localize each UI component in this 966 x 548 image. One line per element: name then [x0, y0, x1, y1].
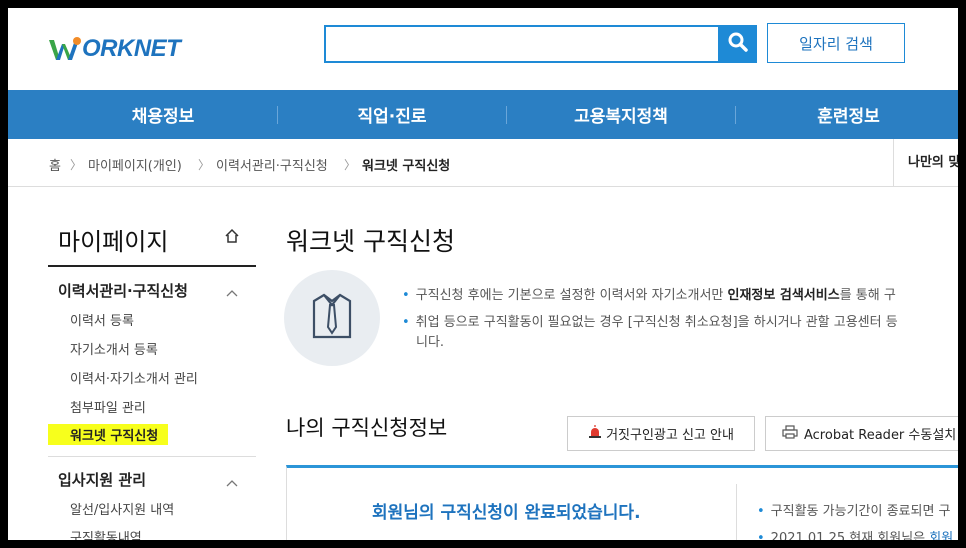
logo-text: ORKNET	[82, 35, 181, 62]
page: ORKNET 일자리 검색 채용정보 직업·진로 고용복지정책 훈련정보 홈 〉…	[8, 8, 958, 540]
siren-icon	[588, 424, 602, 443]
info-line-3: 니다.	[416, 335, 445, 350]
printer-icon	[782, 424, 798, 443]
worknet-logo[interactable]: ORKNET	[48, 34, 181, 64]
chevron-right-icon: 〉	[198, 158, 211, 172]
info-line-1: • 구직신청 후에는 기본으로 설정한 이력서와 자기소개서만 인재정보 검색서비…	[402, 288, 896, 303]
chevron-right-icon: 〉	[344, 158, 357, 172]
nav-item-training[interactable]: 훈련정보	[736, 90, 958, 139]
chevron-up-icon[interactable]	[226, 282, 238, 301]
page-title: 워크넷 구직신청	[286, 227, 455, 256]
my-menu-button[interactable]: 나만의 맞	[893, 139, 958, 186]
breadcrumb-resume[interactable]: 이력서관리·구직신청	[216, 155, 328, 174]
sidebar-divider	[48, 456, 256, 457]
sidebar-group-applications[interactable]: 입사지원 관리	[58, 469, 146, 490]
job-search-button[interactable]: 일자리 검색	[767, 23, 905, 63]
status-divider	[736, 484, 737, 540]
section-title: 나의 구직신청정보	[286, 416, 448, 440]
shirt-tie-icon	[308, 291, 356, 345]
home-icon[interactable]	[224, 228, 240, 248]
status-note-2: • 2021.01.25 현재 회원님은 회원	[757, 527, 953, 540]
sidebar-item-resume-manage[interactable]: 이력서·자기소개서 관리	[70, 368, 198, 387]
sidebar-item-resume-register[interactable]: 이력서 등록	[70, 310, 134, 329]
nav-item-jobs[interactable]: 채용정보	[48, 90, 278, 139]
nav-item-welfare[interactable]: 고용복지정책	[507, 90, 735, 139]
acrobat-install-label: Acrobat Reader 수동설치	[804, 428, 957, 443]
breadcrumb-mypage[interactable]: 마이페이지(개인)	[88, 155, 182, 174]
breadcrumb-home[interactable]: 홈	[49, 155, 61, 174]
false-ad-report-label: 거짓구인광고 신고 안내	[606, 428, 734, 443]
info-illustration	[284, 270, 380, 366]
sidebar-item-job-application[interactable]: 워크넷 구직신청	[48, 424, 168, 445]
sidebar-item-attachments[interactable]: 첨부파일 관리	[70, 397, 146, 416]
status-note-1: • 구직활동 가능기간이 종료되면 구	[757, 504, 951, 519]
nav-item-career[interactable]: 직업·진로	[278, 90, 506, 139]
breadcrumb-current: 워크넷 구직신청	[362, 159, 451, 174]
header: ORKNET 일자리 검색	[8, 8, 958, 90]
false-ad-report-button[interactable]: 거짓구인광고 신고 안내	[567, 416, 755, 451]
sidebar-title-underline	[48, 265, 256, 267]
application-complete-message: 회원님의 구직신청이 완료되었습니다.	[372, 503, 641, 523]
info-line-2: • 취업 등으로 구직활동이 필요없는 경우 [구직신청 취소요청]을 하시거나 …	[402, 315, 898, 330]
search-input[interactable]	[324, 25, 720, 63]
chevron-up-icon[interactable]	[226, 472, 238, 491]
sidebar-title: 마이페이지	[58, 228, 169, 256]
chevron-right-icon: 〉	[70, 158, 83, 172]
worknet-logo-mark-icon	[48, 36, 82, 62]
sidebar-item-cover-letter-register[interactable]: 자기소개서 등록	[70, 339, 158, 358]
sidebar-item-job-activity[interactable]: 구직활동내역	[70, 527, 142, 540]
breadcrumb: 홈 〉 마이페이지(개인) 〉 이력서관리·구직신청 〉 워크넷 구직신청 나만…	[8, 139, 958, 187]
member-link[interactable]: 회원	[929, 531, 953, 540]
acrobat-install-button[interactable]: Acrobat Reader 수동설치	[765, 416, 958, 451]
main-nav: 채용정보 직업·진로 고용복지정책 훈련정보	[8, 90, 958, 139]
search-icon	[728, 32, 748, 56]
search-button[interactable]	[718, 25, 757, 63]
sidebar-group-resume[interactable]: 이력서관리·구직신청	[58, 280, 188, 301]
sidebar-item-referral-history[interactable]: 알선/입사지원 내역	[70, 499, 174, 518]
